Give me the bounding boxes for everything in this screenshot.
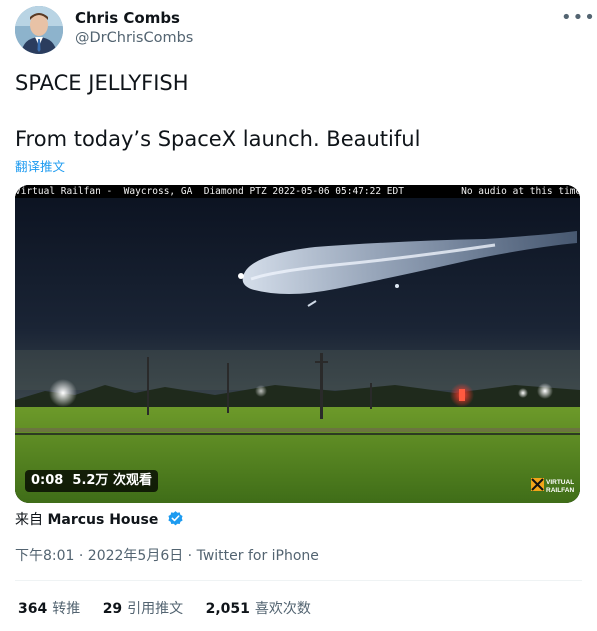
tweet-timestamp[interactable]: 下午8:01 · 2022年5月6日 · Twitter for iPhone bbox=[15, 545, 319, 565]
video-views: 5.2万 次观看 bbox=[72, 473, 152, 488]
tweet-stats: 364 转推 29 引用推文 2,051 喜欢次数 bbox=[18, 598, 329, 618]
author-name[interactable]: Chris Combs bbox=[75, 9, 180, 27]
stat-retweets[interactable]: 364 转推 bbox=[18, 601, 80, 617]
media-source[interactable]: 来自 Marcus House bbox=[15, 509, 184, 529]
avatar[interactable] bbox=[15, 6, 63, 54]
author-handle[interactable]: @DrChrisCombs bbox=[75, 30, 193, 46]
virtual-railfan-logo: VIRTUAL RAILFAN bbox=[530, 475, 574, 495]
stat-label: 喜欢次数 bbox=[254, 601, 311, 617]
video-overlay-text: Virtual Railfan - Waycross, GA Diamond P… bbox=[15, 186, 580, 197]
video-stats-badge: 0:08 5.2万 次观看 bbox=[25, 470, 158, 492]
video-player[interactable]: Virtual Railfan - Waycross, GA Diamond P… bbox=[15, 185, 580, 503]
stat-label: 转推 bbox=[52, 601, 81, 617]
stat-count: 364 bbox=[18, 601, 48, 617]
svg-text:RAILFAN: RAILFAN bbox=[546, 487, 574, 494]
translate-tweet-link[interactable]: 翻译推文 bbox=[15, 156, 65, 175]
stat-likes[interactable]: 2,051 喜欢次数 bbox=[206, 601, 311, 617]
stat-count: 2,051 bbox=[205, 601, 250, 617]
verified-badge-icon bbox=[168, 511, 183, 526]
divider bbox=[15, 580, 582, 581]
stat-count: 29 bbox=[102, 601, 123, 617]
stat-label: 引用推文 bbox=[127, 601, 184, 617]
more-dots-icon[interactable]: ••• bbox=[561, 7, 596, 28]
source-prefix: 来自 bbox=[15, 512, 43, 528]
tweet-text-line-1: SPACE JELLYFISH bbox=[15, 71, 189, 95]
video-frame bbox=[15, 185, 580, 503]
avatar-photo bbox=[15, 6, 63, 54]
stat-quote-tweets[interactable]: 29 引用推文 bbox=[103, 601, 183, 617]
tweet-text-line-2: From today’s SpaceX launch. Beautiful bbox=[15, 127, 421, 151]
video-duration: 0:08 bbox=[31, 473, 64, 488]
source-name[interactable]: Marcus House bbox=[47, 512, 158, 528]
svg-text:VIRTUAL: VIRTUAL bbox=[546, 479, 574, 486]
